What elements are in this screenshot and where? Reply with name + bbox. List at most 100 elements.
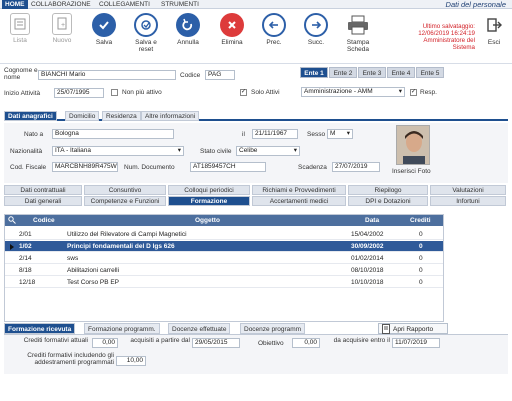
delete-button[interactable]: Elimina (214, 13, 250, 46)
check-icon (92, 13, 116, 37)
obiettivo-label: Obiettivo (258, 340, 284, 347)
tab-docenze-effettuate[interactable]: Docenze effettuate (168, 323, 231, 334)
menu-tab-collegamenti[interactable]: COLLEGAMENTI (96, 0, 153, 9)
nato-field[interactable]: Bologna (52, 129, 174, 139)
prev-button-label: Prec. (266, 39, 282, 46)
save-reset-button[interactable]: Salva e reset (128, 13, 164, 53)
tab-formazione-programm[interactable]: Formazione programm. (84, 323, 160, 334)
tab-riepilogo[interactable]: Riepilogo (348, 185, 428, 195)
cell-data: 01/02/2014 (351, 255, 384, 262)
num-documento-field[interactable]: AT1859457CH (190, 162, 266, 172)
stato-civile-select[interactable]: Celibe ▾ (236, 146, 300, 156)
cell-crediti: 0 (419, 267, 423, 274)
save-button[interactable]: Salva (86, 13, 122, 46)
tab-valutazioni[interactable]: Valutazioni (430, 185, 506, 195)
solo-attivi-checkbox[interactable]: ✓ (240, 89, 247, 96)
menu-tab-home[interactable]: HOME (2, 0, 28, 9)
tab-accertamenti[interactable]: Accertamenti medici (252, 196, 346, 206)
table-row[interactable]: 12/18 Test Corso PB EP 10/10/2018 0 (5, 277, 443, 288)
search-icon[interactable] (8, 215, 16, 226)
save-reset-button-label: Salva e reset (135, 39, 157, 53)
table-row[interactable]: 8/18 Abilitazioni carrelli 08/10/2018 0 (5, 265, 443, 276)
apri-rapporto-button[interactable]: Apri Rapporto (378, 323, 448, 335)
tab-ente-4[interactable]: Ente 4 (387, 67, 415, 78)
tab-infortuni[interactable]: Infortuni (430, 196, 506, 206)
tab-dati-contrattuali[interactable]: Dati contrattuali (4, 185, 82, 195)
crediti-field[interactable]: 0,00 (92, 338, 118, 348)
cell-oggetto: sws (67, 255, 79, 262)
tab-formazione[interactable]: Formazione (168, 196, 250, 206)
acquisiti-label: acquisiti a partire dal (130, 337, 190, 344)
tab-dati-anagrafici[interactable]: Dati anagrafici (4, 111, 57, 121)
col-oggetto[interactable]: Oggetto (195, 215, 220, 226)
tab-ente-5[interactable]: Ente 5 (416, 67, 444, 78)
non-piu-attivo-checkbox[interactable] (111, 89, 118, 96)
arrow-right-icon (304, 13, 328, 37)
tab-dati-generali[interactable]: Dati generali (4, 196, 82, 206)
new-doc-icon: + (52, 13, 72, 35)
print-button-label: Stampa Scheda (346, 39, 370, 53)
row-indicator-icon (10, 244, 14, 250)
il-field[interactable]: 21/11/1967 (252, 129, 298, 139)
cell-data: 15/04/2002 (351, 231, 384, 238)
tab-altre-informazioni[interactable]: Altre informazioni (141, 111, 200, 121)
stato-civile-label: Stato civile (200, 148, 232, 155)
exit-button-label: Esci (487, 39, 501, 46)
tab-consuntivo[interactable]: Consuntivo (84, 185, 166, 195)
toolbar: Lista + Nuovo Salva Salva e reset Annull… (0, 9, 512, 64)
col-codice[interactable]: Codice (33, 215, 55, 226)
acquisiti-field[interactable]: 29/05/2015 (192, 338, 240, 348)
exit-button[interactable]: Esci (476, 13, 512, 46)
tab-competenze[interactable]: Competenze e Funzioni (84, 196, 166, 206)
crediti-incl-field[interactable]: 10,00 (116, 356, 146, 366)
tab-domicilio[interactable]: Domicilio (65, 111, 100, 121)
menu-tab-collaborazione[interactable]: COLLABORAZIONE (28, 0, 94, 9)
inizio-field[interactable]: 25/07/1995 (54, 88, 104, 98)
table-row[interactable]: 2/01 Utilizzo del Rilevatore di Campi Ma… (5, 229, 443, 240)
col-crediti[interactable]: Crediti (410, 215, 431, 226)
scadenza-field[interactable]: 27/07/2019 (332, 162, 380, 172)
tab-formazione-ricevuta[interactable]: Formazione ricevuta (4, 323, 76, 334)
col-data[interactable]: Data (365, 215, 379, 226)
codice-field[interactable]: PAG (205, 70, 235, 80)
cell-codice: 8/18 (19, 267, 32, 274)
inizio-label: Inizio Attività (4, 90, 41, 97)
new-button[interactable]: + Nuovo (44, 13, 80, 44)
list-button[interactable]: Lista (2, 13, 38, 44)
cognome-field[interactable]: BIANCHI Mario (38, 70, 176, 80)
tab-dpi[interactable]: DPI e Dotazioni (348, 196, 428, 206)
non-piu-attivo-label: Non più attivo (122, 89, 162, 96)
cell-crediti: 0 (419, 243, 423, 250)
print-button[interactable]: Stampa Scheda (340, 13, 376, 53)
delete-icon (220, 13, 244, 37)
nazionalita-select[interactable]: ITA - Italiana ▾ (52, 146, 184, 156)
prev-button[interactable]: Prec. (256, 13, 292, 46)
svg-text:+: + (61, 22, 65, 29)
sesso-select[interactable]: M ▾ (327, 129, 353, 139)
num-documento-label: Num. Documento (124, 164, 175, 171)
tab-colloqui-periodici[interactable]: Colloqui periodici (168, 185, 250, 195)
table-row[interactable]: 1/02 Principi fondamentali del D lgs 626… (5, 241, 443, 252)
resp-checkbox[interactable]: ✓ (410, 89, 417, 96)
tab-residenza[interactable]: Residenza (102, 111, 141, 121)
table-row[interactable]: 2/14 sws 01/02/2014 0 (5, 253, 443, 264)
entro-field[interactable]: 11/07/2019 (392, 338, 440, 348)
nazionalita-label: Nazionalità (10, 148, 43, 155)
tab-docenze-programm[interactable]: Docenze programm (240, 323, 306, 334)
inserisci-foto-link[interactable]: Inserisci Foto (392, 168, 431, 175)
undo-button[interactable]: Annulla (170, 13, 206, 46)
tab-ente-1[interactable]: Ente 1 (300, 67, 328, 78)
ente-select[interactable]: Amministrazione - AMM ▾ (301, 87, 405, 97)
next-button[interactable]: Succ. (298, 13, 334, 46)
tab-ente-2[interactable]: Ente 2 (329, 67, 357, 78)
list-button-label: Lista (13, 37, 27, 44)
cell-data: 30/09/2002 (351, 243, 384, 250)
cell-oggetto: Principi fondamentali del D lgs 626 (67, 243, 175, 250)
ente-select-value: Amministrazione - AMM (304, 88, 373, 95)
obiettivo-field[interactable]: 0,00 (292, 338, 320, 348)
cell-crediti: 0 (419, 255, 423, 262)
tab-richiami[interactable]: Richiami e Provvedimenti (252, 185, 346, 195)
menu-tab-strumenti[interactable]: STRUMENTI (158, 0, 202, 9)
tab-ente-3[interactable]: Ente 3 (358, 67, 386, 78)
cod-fiscale-field[interactable]: MARCBNH89R475W (52, 162, 118, 172)
